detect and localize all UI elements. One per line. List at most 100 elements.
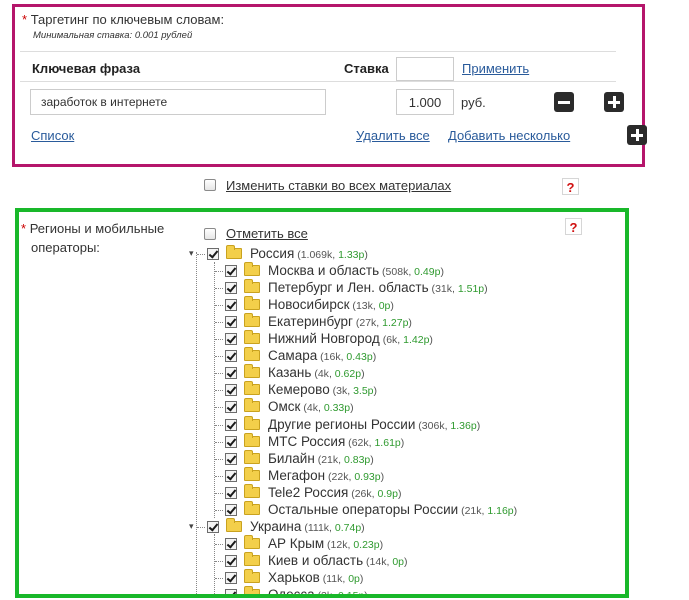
expand-arrow-icon[interactable]: ▾ <box>189 248 194 259</box>
region-price: 0p <box>378 300 391 312</box>
tree-node-region[interactable]: МТС Россия (62k, 1.61p) <box>225 433 404 450</box>
column-header-phrase: Ключевая фраза <box>32 61 141 76</box>
region-stats: (6k, 1.42p) <box>379 334 433 346</box>
folder-icon <box>244 347 260 361</box>
tree-node-region[interactable]: Киев и область (14k, 0p) <box>225 552 408 569</box>
region-checkbox[interactable] <box>225 555 237 567</box>
keyword-list-link[interactable]: Список <box>31 128 74 143</box>
folder-icon <box>244 398 260 412</box>
region-count: 508k <box>385 266 409 278</box>
delete-all-link[interactable]: Удалить все <box>356 128 430 143</box>
region-checkbox[interactable] <box>225 316 237 328</box>
expand-arrow-icon[interactable]: ▾ <box>189 521 194 532</box>
tree-node-region[interactable]: Мегафон (22k, 0.93p) <box>225 467 384 484</box>
keyword-bid-input[interactable] <box>396 89 454 115</box>
tree-connector <box>215 510 223 511</box>
region-count: 1.069k <box>300 249 333 261</box>
remove-keyword-button[interactable] <box>554 92 574 112</box>
region-stats: (111k, 0.74p) <box>301 522 365 534</box>
tree-connector <box>215 476 223 477</box>
region-checkbox[interactable] <box>225 282 237 294</box>
folder-icon <box>226 245 242 259</box>
region-name: Новосибирск <box>268 297 350 312</box>
tree-node-region[interactable]: Билайн (21k, 0.83p) <box>225 450 374 467</box>
region-price: 3.5p <box>353 385 374 397</box>
region-price: 0.93p <box>354 471 381 483</box>
region-checkbox[interactable] <box>225 419 237 431</box>
tree-node-country[interactable]: Россия (1.069k, 1.33p) <box>207 245 368 262</box>
region-checkbox[interactable] <box>225 350 237 362</box>
region-checkbox[interactable] <box>225 299 237 311</box>
region-checkbox[interactable] <box>207 248 219 260</box>
folder-icon <box>244 330 260 344</box>
region-checkbox[interactable] <box>225 265 237 277</box>
keyword-phrase-input[interactable] <box>30 89 326 115</box>
folder-icon <box>244 484 260 498</box>
regions-panel: * Регионы и мобильные операторы: Отметит… <box>15 208 629 598</box>
tree-node-region[interactable]: Казань (4k, 0.62p) <box>225 364 365 381</box>
change-bids-checkbox[interactable] <box>204 179 216 191</box>
region-price: 1.33p <box>338 249 365 261</box>
tree-node-region[interactable]: Tele2 Россия (26k, 0.9p) <box>225 484 401 501</box>
region-checkbox[interactable] <box>225 589 237 594</box>
tree-connector <box>215 373 223 374</box>
region-checkbox[interactable] <box>225 384 237 396</box>
region-checkbox[interactable] <box>225 401 237 413</box>
region-stats: (11k, 0p) <box>319 573 364 585</box>
region-checkbox[interactable] <box>225 333 237 345</box>
folder-icon <box>244 501 260 515</box>
region-checkbox[interactable] <box>225 470 237 482</box>
tree-node-region[interactable]: Нижний Новгород (6k, 1.42p) <box>225 330 433 347</box>
add-several-link[interactable]: Добавить несколько <box>448 128 570 143</box>
tree-node-region[interactable]: Другие регионы России (306k, 1.36p) <box>225 416 480 433</box>
bid-all-input[interactable] <box>396 57 454 81</box>
folder-icon <box>244 450 260 464</box>
region-checkbox[interactable] <box>225 436 237 448</box>
add-several-button[interactable] <box>627 125 648 145</box>
region-name: МТС Россия <box>268 434 346 449</box>
region-checkbox[interactable] <box>225 453 237 465</box>
tree-node-region[interactable]: Одесса (3k, 0.15p) <box>225 586 368 594</box>
region-price: 0.33p <box>323 402 351 414</box>
tree-node-region[interactable]: Самара (16k, 0.43p) <box>225 347 376 364</box>
tree-node-region[interactable]: Новосибирск (13k, 0p) <box>225 296 394 313</box>
tree-node-region[interactable]: Остальные операторы России (21k, 1.16p) <box>225 501 517 518</box>
region-count: 22k <box>331 471 349 483</box>
tree-connector <box>215 595 223 596</box>
tree-branch-line <box>214 534 215 594</box>
region-name: Самара <box>268 348 318 363</box>
region-checkbox[interactable] <box>207 521 219 533</box>
tree-node-region[interactable]: АР Крым (12k, 0.23p) <box>225 535 383 552</box>
tree-node-region[interactable]: Кемерово (3k, 3.5p) <box>225 381 377 398</box>
folder-icon <box>244 262 260 276</box>
region-name: Кемерово <box>268 382 330 397</box>
region-stats: (508k, 0.49p) <box>379 266 444 278</box>
tree-node-region[interactable]: Петербург и Лен. область (31k, 1.51p) <box>225 279 488 296</box>
add-keyword-button[interactable] <box>603 92 624 112</box>
region-stats: (21k, 0.83p) <box>314 454 374 466</box>
required-asterisk: * <box>22 12 28 27</box>
tree-connector <box>215 459 223 460</box>
region-checkbox[interactable] <box>225 572 237 584</box>
region-count: 6k <box>386 334 398 346</box>
region-checkbox[interactable] <box>225 487 237 499</box>
region-checkbox[interactable] <box>225 538 237 550</box>
region-count: 4k <box>306 402 318 414</box>
apply-bid-link[interactable]: Применить <box>462 61 529 76</box>
tree-node-region[interactable]: Харьков (11k, 0p) <box>225 569 363 586</box>
tree-connector <box>215 288 223 289</box>
tree-node-region[interactable]: Москва и область (508k, 0.49p) <box>225 262 444 279</box>
tree-node-region[interactable]: Омск (4k, 0.33p) <box>225 398 354 415</box>
region-name: Другие регионы России <box>268 417 416 432</box>
tree-node-region[interactable]: Екатеринбург (27k, 1.27p) <box>225 313 412 330</box>
region-checkbox[interactable] <box>225 504 237 516</box>
change-bids-link[interactable]: Изменить ставки во всех материалах <box>226 178 451 193</box>
tree-node-country[interactable]: Украина (111k, 0.74p) <box>207 518 365 535</box>
tree-connector <box>197 254 205 255</box>
region-stats: (27k, 1.27p) <box>352 317 412 329</box>
tree-connector <box>215 305 223 306</box>
region-checkbox[interactable] <box>225 367 237 379</box>
region-price: 1.51p <box>457 283 485 295</box>
region-price: 0.9p <box>377 488 398 500</box>
change-bids-help-icon[interactable]: ? <box>562 178 579 195</box>
